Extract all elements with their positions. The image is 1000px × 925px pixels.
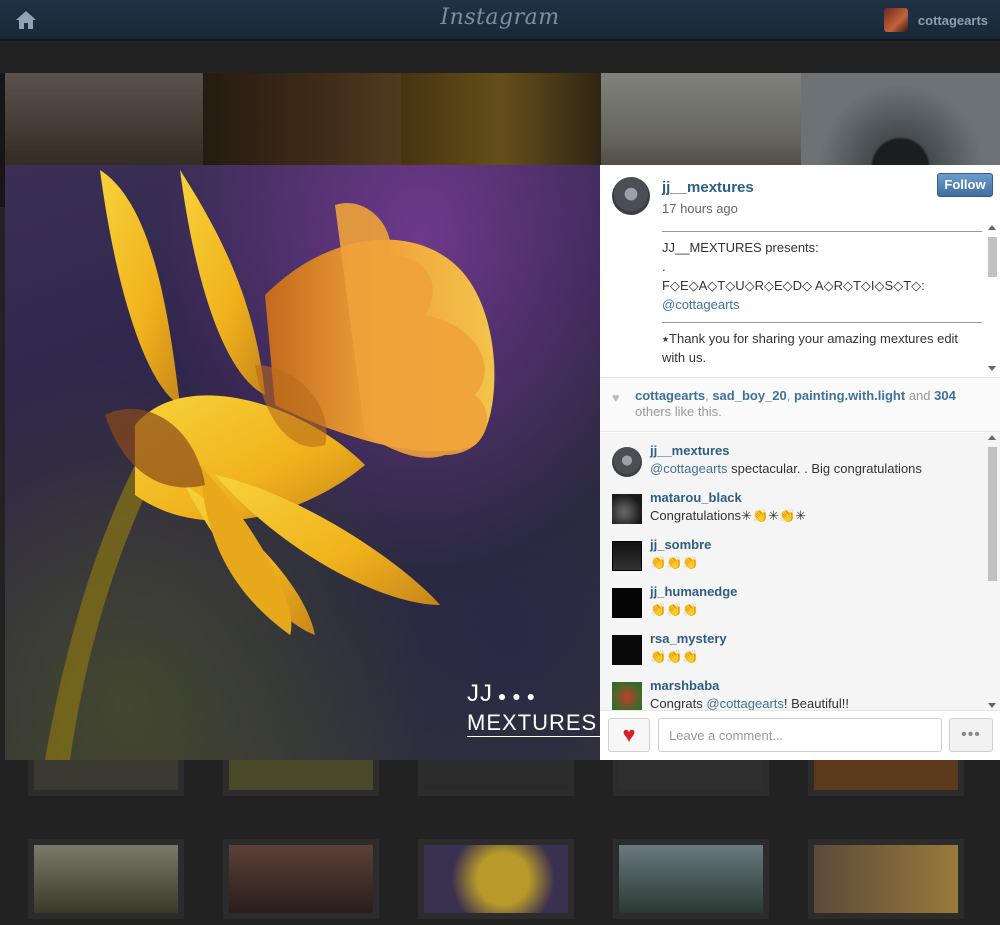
caption-line: . [662,259,666,274]
post-author: jj__mextures 17 hours ago Follow [600,165,1000,217]
like-user[interactable]: painting.with.light [794,388,905,403]
comment-text: 👏👏👏 [650,602,699,617]
top-bar: Instagram cottagearts [0,0,1000,40]
list-item: jj_sombre 👏👏👏 [612,535,982,575]
caption-line: JJ__MEXTURES presents: [662,240,819,255]
comments-scrollbar[interactable] [986,433,998,710]
follow-button[interactable]: Follow [937,173,993,197]
comment-text: @cottagearts spectacular. . Big congratu… [650,461,922,476]
avatar[interactable] [612,447,642,477]
likes-text: cottagearts, sad_boy_20, painting.with.l… [635,388,956,419]
like-user[interactable]: sad_boy_20 [712,388,786,403]
caption-mention[interactable]: @cottagearts [662,295,982,314]
avatar[interactable] [612,541,642,571]
list-item: marshbaba Congrats @cottagearts! Beautif… [612,676,982,710]
user-menu[interactable]: cottagearts [883,8,988,32]
like-heart-icon: ♥ [622,722,636,747]
caption-scrollbar[interactable] [986,223,998,373]
comment-author[interactable]: jj_humanedge [650,584,737,599]
comments-list: jj__mextures @cottagearts spectacular. .… [600,433,1000,710]
likes-section: ♥ cottagearts, sad_boy_20, painting.with… [600,377,1000,432]
comment-composer: ♥ ••• [600,710,1000,760]
list-item: matarou_black Congratulations✳👏✳👏✳ [612,488,982,528]
author-name[interactable]: jj__mextures [662,179,754,196]
comment-input[interactable] [658,718,942,752]
post-photo[interactable]: JJ ● ● ● MEXTURES [5,165,600,760]
post-caption: JJ__MEXTURES presents: . F◇E◇A◇T◇U◇R◇E◇D… [662,231,982,371]
like-count[interactable]: 304 [934,388,956,403]
comment-text: Congratulations✳👏✳👏✳ [650,508,807,523]
comment-text: Congrats @cottagearts! Beautiful!! [650,696,849,710]
scroll-up-icon[interactable] [988,225,996,230]
avatar[interactable] [612,494,642,524]
list-item: jj_humanedge 👏👏👏 [612,582,982,622]
caption-line: F◇E◇A◇T◇U◇R◇E◇D◇ A◇R◇T◇I◇S◇T◇: [662,278,925,293]
scroll-up-icon[interactable] [988,435,996,440]
avatar[interactable] [612,588,642,618]
daffodil-image [45,170,495,760]
comment-author[interactable]: jj__mextures [650,443,730,458]
avatar [883,8,908,32]
comment-text: 👏👏👏 [650,649,699,664]
caption-line: ⭑Thank you for sharing your amazing mext… [662,331,959,365]
post-time: 17 hours ago [662,201,738,216]
avatar[interactable] [612,635,642,665]
comment-author[interactable]: jj_sombre [650,537,711,552]
list-item: jj__mextures @cottagearts spectacular. .… [612,441,982,481]
instagram-logo[interactable]: Instagram [0,5,1000,30]
like-button[interactable]: ♥ [608,718,650,752]
scroll-down-icon[interactable] [988,366,996,371]
mextures-watermark: JJ ● ● ● MEXTURES [467,680,600,737]
comment-author[interactable]: rsa_mystery [650,631,727,646]
comment-author[interactable]: marshbaba [650,678,719,693]
post-detail-panel: jj__mextures 17 hours ago Follow JJ__MEX… [600,165,1000,760]
heart-icon: ♥ [612,390,620,405]
username: cottagearts [917,12,988,28]
scroll-down-icon[interactable] [988,703,996,708]
scrollbar-thumb[interactable] [988,237,997,277]
more-options-button[interactable]: ••• [949,718,993,752]
author-avatar[interactable] [612,177,650,215]
comment-text: 👏👏👏 [650,555,699,570]
avatar[interactable] [612,682,642,710]
like-user[interactable]: cottagearts [635,388,705,403]
scrollbar-thumb[interactable] [988,447,997,581]
list-item: rsa_mystery 👏👏👏 [612,629,982,669]
comment-author[interactable]: matarou_black [650,490,742,505]
